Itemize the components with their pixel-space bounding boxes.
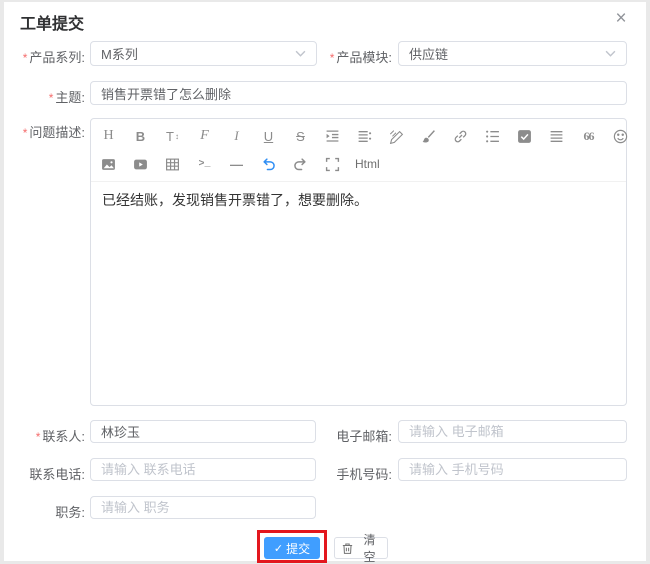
bullet-list-icon[interactable] [483, 127, 502, 146]
page-background: 工单提交 × *产品系列: M系列 *产品模块: 供应链 *主题: *问题描述:… [0, 0, 650, 564]
subject-input[interactable] [90, 81, 627, 105]
required-asterisk: * [22, 51, 28, 65]
mobile-label: 手机号码: [336, 467, 392, 482]
submit-button[interactable]: ✓ 提交 [264, 537, 320, 559]
contact-label: * 联系人: [35, 429, 85, 444]
required-asterisk: * [35, 430, 41, 444]
bold-icon[interactable]: B [131, 127, 150, 146]
image-icon[interactable] [99, 155, 118, 174]
table-icon[interactable] [163, 155, 182, 174]
font-size-icon[interactable]: T ↕ [163, 127, 182, 146]
strikethrough-icon[interactable]: S [291, 127, 310, 146]
phone-label: 联系电话: [29, 467, 85, 482]
video-icon[interactable] [131, 155, 150, 174]
job-label: 职务: [55, 505, 85, 520]
pen-icon[interactable] [387, 127, 406, 146]
page-title: 工单提交 [20, 16, 85, 33]
divider-icon[interactable]: — [227, 155, 246, 174]
email-label: 电子邮箱: [336, 429, 392, 444]
product-series-label: * 产品系列: [22, 50, 85, 65]
close-icon[interactable]: × [608, 6, 634, 32]
chevron-down-icon [295, 50, 306, 57]
product-module-label: * 产品模块: [329, 50, 392, 65]
clear-button[interactable]: 清空 [334, 533, 388, 564]
editor-toolbar: H B T ↕ F I U S 66 >_ — Html [91, 119, 628, 182]
product-series-value: M系列 [101, 47, 138, 62]
toolbar-row-1: H B T ↕ F I U S 66 [99, 123, 628, 149]
fullscreen-icon[interactable] [323, 155, 342, 174]
phone-input[interactable] [90, 458, 316, 481]
description-label: * 问题描述: [22, 125, 85, 140]
justify-icon[interactable] [547, 127, 566, 146]
font-family-icon[interactable]: F [195, 127, 214, 146]
html-icon[interactable]: Html [355, 155, 380, 174]
heading-icon[interactable]: H [99, 127, 118, 146]
check-icon: ✓ [273, 542, 284, 555]
underline-icon[interactable]: U [259, 127, 278, 146]
product-series-select[interactable]: M系列 [90, 41, 317, 66]
required-asterisk: * [22, 126, 28, 140]
product-module-select[interactable]: 供应链 [398, 41, 627, 66]
redo-icon[interactable] [291, 155, 310, 174]
indent-icon[interactable] [323, 127, 342, 146]
trash-icon [341, 542, 354, 555]
todo-checkbox-icon[interactable] [515, 127, 534, 146]
undo-icon[interactable] [259, 155, 278, 174]
mobile-input[interactable] [398, 458, 627, 481]
code-icon[interactable]: >_ [195, 155, 214, 174]
required-asterisk: * [329, 51, 335, 65]
contact-input[interactable] [90, 420, 316, 443]
required-asterisk: * [48, 91, 54, 105]
email-input[interactable] [398, 420, 627, 443]
subject-label: * 主题: [48, 90, 85, 105]
chevron-down-icon [605, 50, 616, 57]
job-input[interactable] [90, 496, 316, 519]
toolbar-row-2: >_ — Html [99, 151, 626, 177]
link-icon[interactable] [451, 127, 470, 146]
italic-icon[interactable]: I [227, 127, 246, 146]
clear-button-label: 清空 [363, 533, 376, 564]
quote-icon[interactable]: 66 [579, 127, 598, 146]
line-height-icon[interactable] [355, 127, 374, 146]
editor-content[interactable]: 已经结账，发现销售开票错了，想要删除。 [91, 182, 626, 398]
emoji-icon[interactable] [611, 127, 630, 146]
product-module-value: 供应链 [409, 47, 449, 62]
brush-icon[interactable] [419, 127, 438, 146]
submit-button-label: 提交 [286, 541, 311, 556]
rich-text-editor: H B T ↕ F I U S 66 >_ — Html 已经结账，发现销售开票… [90, 118, 628, 406]
